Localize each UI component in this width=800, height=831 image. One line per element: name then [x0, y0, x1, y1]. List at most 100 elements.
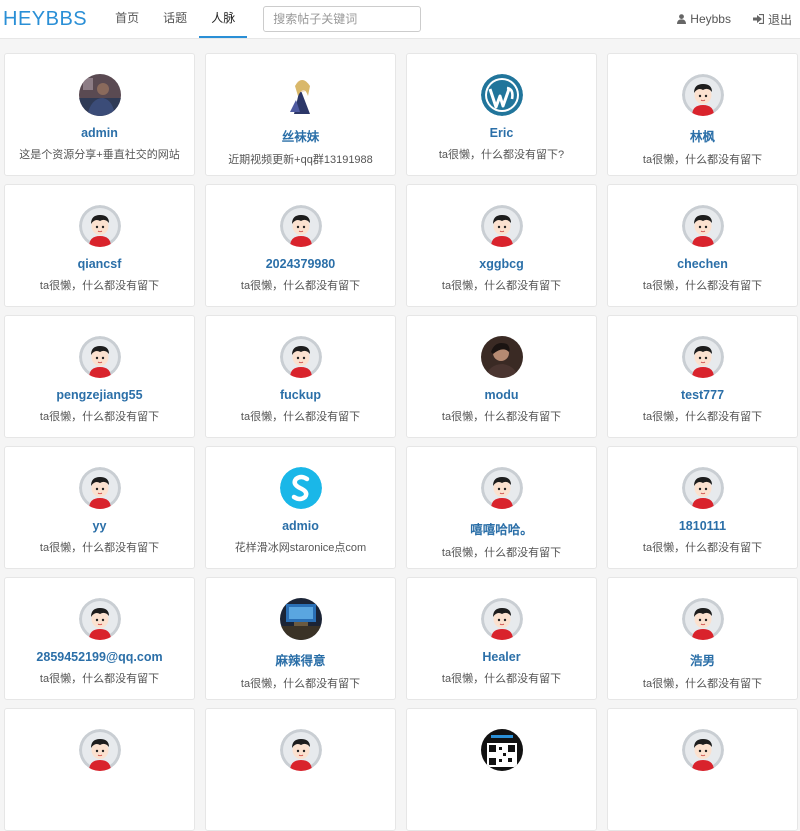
user-bio: ta很懒，什么都没有留下	[39, 411, 160, 423]
user-card[interactable]: fuckup ta很懒，什么都没有留下	[205, 315, 396, 438]
user-card[interactable]: modu ta很懒，什么都没有留下	[406, 315, 597, 438]
user-card[interactable]: 林枫 ta很懒，什么都没有留下	[607, 53, 798, 176]
user-name-link[interactable]: 嘻嘻哈哈。	[470, 519, 533, 538]
user-name-link[interactable]: pengzejiang55	[56, 388, 142, 402]
user-name-link[interactable]: 林枫	[690, 126, 715, 145]
user-bio: ta很懒，什么都没有留下	[642, 154, 763, 166]
wordpress-icon[interactable]	[480, 74, 523, 116]
username-label: Heybbs	[690, 12, 731, 26]
s-logo-icon[interactable]	[279, 467, 322, 509]
user-bio: 花样滑冰网staronice点com	[234, 542, 367, 554]
default-avatar-icon[interactable]	[78, 336, 121, 378]
user-name-link[interactable]: 2024379980	[266, 257, 336, 271]
nav-people[interactable]: 人脉	[199, 0, 248, 38]
user-menu: Heybbs 退出	[677, 0, 792, 38]
user-name-link[interactable]: 浩男	[690, 650, 715, 669]
user-name-link[interactable]: admio	[282, 519, 319, 533]
default-avatar-icon[interactable]	[279, 729, 322, 771]
user-card[interactable]: admio 花样滑冰网staronice点com	[205, 446, 396, 569]
user-name-link[interactable]: yy	[93, 519, 107, 533]
user-bio: ta很懒，什么都没有留下	[39, 280, 160, 292]
default-avatar-icon[interactable]	[681, 74, 724, 116]
search-input[interactable]	[263, 6, 422, 32]
user-card[interactable]: 丝袜妹近期视频更新+qq群13191988	[205, 53, 396, 176]
user-card[interactable]	[406, 708, 597, 831]
user-bio: ta很懒，什么都没有留下	[441, 673, 562, 685]
user-name-link[interactable]: test777	[681, 388, 724, 402]
default-avatar-icon[interactable]	[681, 467, 724, 509]
user-card[interactable]: 1810111 ta很懒，什么都没有留下	[607, 446, 798, 569]
user-bio: ta很懒，什么都没有留下	[441, 411, 562, 423]
user-bio: ta很懒，什么都没有留下	[441, 280, 562, 292]
user-name-link[interactable]: xggbcg	[479, 257, 523, 271]
user-card[interactable]: test777 ta很懒，什么都没有留下	[607, 315, 798, 438]
user-name-link[interactable]: 1810111	[679, 519, 726, 533]
logout-link[interactable]: 退出	[752, 11, 792, 28]
top-navbar: HEYBBS 首页 话题 人脉 Heybbs 退出	[0, 0, 800, 39]
default-avatar-icon[interactable]	[78, 729, 121, 771]
user-card[interactable]: pengzejiang55 ta很懒，什么都没有留下	[4, 315, 195, 438]
user-card[interactable]: chechen ta很懒，什么都没有留下	[607, 184, 798, 307]
user-icon	[677, 14, 687, 24]
sign-out-icon	[752, 14, 764, 24]
user-card[interactable]	[607, 708, 798, 831]
user-card[interactable]: admin 这是个资源分享+垂直社交的网站	[4, 53, 195, 176]
user-name-link[interactable]: 2859452199@qq.com	[36, 650, 162, 664]
user-card[interactable]: xggbcg ta很懒，什么都没有留下	[406, 184, 597, 307]
default-avatar-icon[interactable]	[279, 205, 322, 247]
default-avatar-icon[interactable]	[480, 598, 523, 640]
desk-photo-icon[interactable]	[279, 598, 322, 640]
default-avatar-icon[interactable]	[681, 205, 724, 247]
default-avatar-icon[interactable]	[279, 336, 322, 378]
user-bio: ta很懒，什么都没有留下	[240, 411, 361, 423]
nav-topics[interactable]: 话题	[151, 0, 199, 38]
user-bio: 近期视频更新+qq群13191988	[228, 154, 373, 166]
user-card[interactable]: yy ta很懒，什么都没有留下	[4, 446, 195, 569]
user-card[interactable]: 2859452199@qq.com ta很懒，什么都没有留下	[4, 577, 195, 700]
user-bio: ta很懒，什么都没有留下	[642, 411, 763, 423]
user-bio: ta很懒，什么都没有留下	[39, 673, 160, 685]
user-name-link[interactable]: Healer	[482, 650, 520, 664]
user-name-link[interactable]: chechen	[677, 257, 728, 271]
logout-label: 退出	[767, 12, 792, 27]
user-card[interactable]	[4, 708, 195, 831]
default-avatar-icon[interactable]	[78, 598, 121, 640]
user-name-link[interactable]: admin	[81, 126, 118, 140]
default-avatar-icon[interactable]	[681, 729, 724, 771]
user-name-link[interactable]: modu	[484, 388, 518, 402]
default-avatar-icon[interactable]	[480, 205, 523, 247]
user-bio: ta很懒，什么都没有留下	[240, 280, 361, 292]
user-card[interactable]	[205, 708, 396, 831]
user-bio: ta很懒，什么都没有留下	[441, 547, 562, 559]
user-bio: ta很懒，什么都没有留下	[642, 280, 763, 292]
user-name-link[interactable]: Eric	[490, 126, 514, 140]
user-profile-link[interactable]: Heybbs	[677, 12, 731, 26]
user-bio: ta很懒，什么都没有留下	[39, 542, 160, 554]
portrait-icon[interactable]	[480, 336, 523, 378]
default-avatar-icon[interactable]	[78, 205, 121, 247]
user-name-link[interactable]: 丝袜妹	[282, 126, 320, 145]
photo-icon[interactable]	[78, 74, 121, 116]
default-avatar-icon[interactable]	[480, 467, 523, 509]
user-card[interactable]: 麻辣得意 ta很懒，什么都没有留下	[205, 577, 396, 700]
site-logo[interactable]: HEYBBS	[3, 8, 87, 31]
user-bio: ta很懒，什么都没有留下?	[438, 149, 565, 161]
user-card[interactable]: Healer ta很懒，什么都没有留下	[406, 577, 597, 700]
nav-home[interactable]: 首页	[103, 0, 151, 38]
user-name-link[interactable]: fuckup	[280, 388, 321, 402]
user-card[interactable]: Eric ta很懒，什么都没有留下?	[406, 53, 597, 176]
qr-code-icon[interactable]	[480, 729, 523, 771]
user-card[interactable]: 嘻嘻哈哈。 ta很懒，什么都没有留下	[406, 446, 597, 569]
user-card[interactable]: qiancsf ta很懒，什么都没有留下	[4, 184, 195, 307]
user-card[interactable]: 2024379980 ta很懒，什么都没有留下	[205, 184, 396, 307]
default-avatar-icon[interactable]	[681, 598, 724, 640]
default-avatar-icon[interactable]	[78, 467, 121, 509]
anime-icon[interactable]	[279, 74, 322, 116]
user-bio: ta很懒，什么都没有留下	[642, 542, 763, 554]
user-name-link[interactable]: 麻辣得意	[275, 650, 325, 669]
user-card[interactable]: 浩男 ta很懒，什么都没有留下	[607, 577, 798, 700]
main-nav: 首页 话题 人脉	[103, 0, 248, 38]
user-name-link[interactable]: qiancsf	[78, 257, 122, 271]
default-avatar-icon[interactable]	[681, 336, 724, 378]
user-grid: admin 这是个资源分享+垂直社交的网站 丝袜妹近期视频更新+qq群1319198…	[0, 39, 800, 831]
